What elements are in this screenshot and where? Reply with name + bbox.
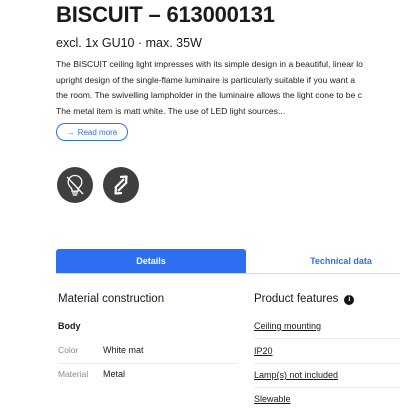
body-group-title: Body (58, 321, 81, 331)
feature-link-ip20[interactable]: IP20 (254, 346, 400, 356)
product-features-heading: Product features i (254, 293, 355, 305)
product-subtitle: excl. 1x GU10 · max. 35W (56, 36, 202, 50)
feature-link-slewable[interactable]: Slewable (254, 394, 400, 404)
property-value: White mat (103, 345, 144, 355)
property-label: Color (58, 345, 79, 355)
product-description: The BISCUIT ceiling light impresses with… (56, 57, 400, 119)
read-more-button[interactable]: → Read more (56, 123, 128, 141)
info-icon[interactable]: i (344, 295, 355, 305)
description-line: upright design of the single-flame lumin… (56, 74, 356, 85)
read-more-label: Read more (77, 127, 118, 137)
product-tabs: Details Technical data (56, 249, 400, 274)
divider (254, 363, 400, 364)
property-label: Material (58, 369, 89, 379)
swivel-arrows-icon (103, 167, 139, 203)
property-value: Metal (103, 369, 126, 379)
tab-details[interactable]: Details (56, 249, 246, 273)
material-construction-heading: Material construction (58, 293, 165, 305)
feature-link-lamps-not-included[interactable]: Lamp(s) not included (254, 370, 400, 380)
description-line: The BISCUIT ceiling light impresses with… (56, 59, 363, 69)
feature-link-ceiling-mounting[interactable]: Ceiling mounting (254, 321, 400, 331)
property-row-material: Material Metal (58, 364, 238, 388)
description-line: The metal item is matt white. The use of… (56, 105, 286, 116)
description-line: the room. The swivelling lampholder in t… (56, 90, 363, 100)
property-row-color: Color White mat (58, 340, 238, 364)
arrow-right-icon: → (66, 127, 75, 137)
bulb-not-included-icon (57, 167, 93, 203)
tab-technical-data[interactable]: Technical data (246, 249, 400, 273)
product-page: BISCUIT – 613000131 excl. 1x GU10 · max.… (0, 0, 400, 412)
divider (254, 387, 400, 388)
product-title: BISCUIT – 613000131 (56, 2, 275, 27)
divider (254, 338, 400, 339)
product-features-label: Product features (254, 293, 339, 305)
